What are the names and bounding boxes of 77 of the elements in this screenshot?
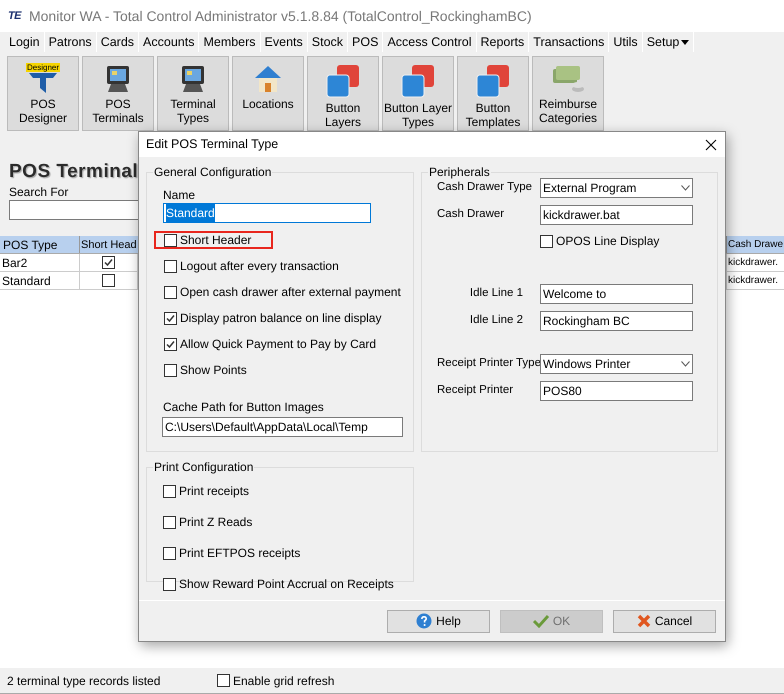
layers-icon: [475, 63, 511, 99]
checkbox-label: Open cash drawer after external payment: [180, 284, 401, 301]
dialog-button[interactable]: Cancel: [613, 610, 716, 632]
search-label: Search For: [9, 185, 68, 199]
checkbox-label: Print receipts: [179, 483, 250, 500]
checkbox-label: Enable grid refresh: [233, 672, 334, 690]
column-header[interactable]: POS Type: [0, 236, 80, 253]
checkbox[interactable]: [540, 234, 553, 248]
check-icon: [532, 614, 549, 628]
toolbar-button[interactable]: Designer POS Designer: [7, 56, 79, 131]
dialog-button[interactable]: Help: [387, 610, 490, 632]
toolbar-button[interactable]: Button Templates: [457, 56, 529, 131]
help-icon: [416, 613, 432, 629]
checkbox-label: OPOS Line Display: [556, 233, 660, 250]
text-field[interactable]: Welcome to: [540, 284, 693, 304]
toolbar-button[interactable]: Button Layer Types: [382, 56, 454, 131]
checkbox[interactable]: [102, 256, 115, 269]
checkbox[interactable]: [164, 260, 177, 272]
text-field[interactable]: POS80: [540, 381, 693, 401]
cross-icon: [636, 614, 651, 628]
checkbox[interactable]: [163, 546, 176, 560]
text-field[interactable]: Rockingham BC: [540, 311, 693, 331]
field-label: Idle Line 1: [468, 286, 524, 302]
dropdown[interactable]: Windows Printer: [540, 354, 693, 374]
table-cell: Standard: [0, 272, 80, 289]
checkbox[interactable]: [164, 364, 177, 376]
checkbox[interactable]: [164, 234, 177, 246]
field-label: Receipt Printer: [437, 383, 514, 398]
layers-icon: [400, 63, 436, 99]
field-label: Cash Drawer Type: [437, 180, 534, 196]
toolbar-button[interactable]: Reimburse Categories: [532, 56, 604, 131]
checkbox[interactable]: [163, 578, 176, 590]
group-title: General Configuration: [153, 164, 272, 180]
status-text: 2 terminal type records listed: [7, 672, 162, 690]
checkbox[interactable]: [163, 516, 176, 528]
dropdown[interactable]: External Program: [540, 178, 693, 198]
toolbar-button[interactable]: Locations: [232, 56, 304, 131]
close-icon[interactable]: [705, 138, 717, 150]
column-header[interactable]: Short Head: [80, 236, 138, 253]
checkbox[interactable]: [217, 674, 230, 687]
chevron-icon: [681, 361, 690, 367]
layers-icon: [325, 63, 361, 99]
checkbox[interactable]: [164, 312, 177, 324]
checkbox-label: Show Reward Point Accrual on Receipts: [179, 576, 394, 593]
text-field[interactable]: kickdrawer.bat: [540, 205, 693, 225]
name-field[interactable]: Standard: [163, 203, 371, 223]
field-label: Receipt Printer Type: [437, 356, 540, 372]
checkbox[interactable]: [163, 484, 176, 498]
group-title: Peripherals: [428, 164, 491, 180]
app-logo: TE: [8, 8, 21, 24]
designer-tag: Designer: [26, 63, 60, 72]
money-icon: [550, 63, 586, 95]
checkbox-label: Logout after every transaction: [180, 258, 339, 275]
dialog-title: Edit POS Terminal Type: [146, 136, 278, 154]
page-heading: POS Terminal: [9, 161, 138, 183]
checkbox[interactable]: [102, 274, 115, 287]
toolbar-button[interactable]: POS Terminals: [82, 56, 154, 131]
field-label: Idle Line 2: [468, 313, 524, 328]
checkbox[interactable]: [164, 338, 177, 350]
checkbox-label: Display patron balance on line display: [180, 310, 382, 327]
checkbox-label: Allow Quick Payment to Pay by Card: [180, 336, 376, 353]
field-label: Name: [163, 187, 196, 203]
field-label: Cash Drawer: [437, 207, 506, 222]
caret-icon: [681, 40, 690, 44]
field-label: Cache Path for Button Images: [163, 399, 325, 415]
checkbox-label: Show Points: [180, 362, 247, 379]
checkbox-label: Print Z Reads: [179, 514, 252, 531]
window-title: Monitor WA - Total Control Administrator v5.1.8.84 (TotalControl_RockinghamBC): [28, 6, 532, 26]
chevron-icon: [681, 185, 690, 191]
checkbox-label: Print EFTPOS receipts: [179, 545, 300, 562]
group-title: Print Configuration: [153, 459, 254, 475]
cache-path-field[interactable]: C:\Users\Default\AppData\Local\Temp: [162, 417, 403, 437]
checkbox[interactable]: [164, 286, 177, 298]
checkbox-label: Short Header: [180, 232, 252, 249]
toolbar-button[interactable]: Button Layers: [307, 56, 379, 131]
table-cell: Bar2: [0, 254, 80, 271]
toolbar-button[interactable]: Terminal Types: [157, 56, 229, 131]
